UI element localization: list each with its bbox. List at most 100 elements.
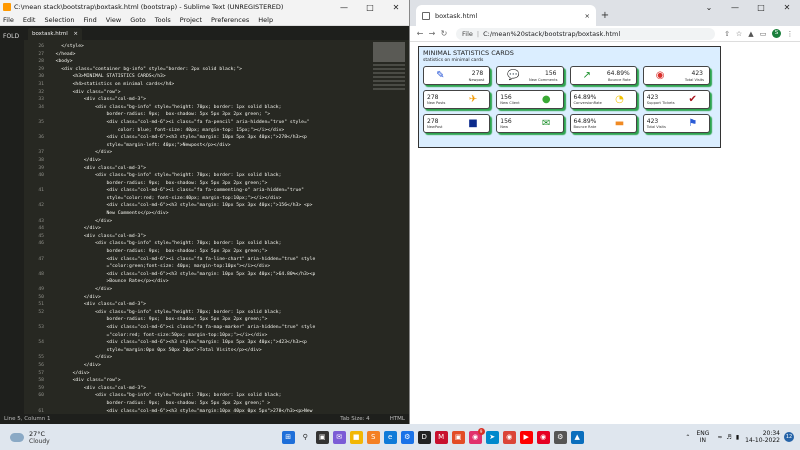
code-line[interactable]: 49 </div> <box>24 286 369 294</box>
code-line[interactable]: border-radius: 9px; box-shadow: 5px 5px … <box>24 248 369 256</box>
forward-icon[interactable]: → <box>426 29 438 38</box>
minimize-button[interactable]: — <box>722 0 748 16</box>
share-icon[interactable]: ⇧ <box>721 30 733 38</box>
close-icon[interactable]: × <box>585 12 590 20</box>
battery-icon[interactable]: ▮ <box>736 434 739 441</box>
code-line[interactable]: 48 <div class="col-md-6"><h3 style="marg… <box>24 271 369 279</box>
chevron-down-icon[interactable]: ⌄ <box>696 0 722 16</box>
file-explorer-icon[interactable]: ■ <box>349 430 363 444</box>
side-panel-icon[interactable]: ▭ <box>757 30 769 38</box>
clock[interactable]: 20:34 14-10-2022 <box>745 430 780 445</box>
bookmark-star-icon[interactable]: ☆ <box>733 30 745 38</box>
new-tab-button[interactable]: + <box>596 5 614 26</box>
code-line[interactable]: 56 </div> <box>24 362 369 370</box>
code-line[interactable]: 30 <h3>MINIMAL STATISTICS CARDS</h3> <box>24 73 369 81</box>
instagram-icon[interactable]: ◉ 9 <box>468 427 485 444</box>
settings-gear-icon[interactable]: ⚙ <box>400 430 414 444</box>
code-line[interactable]: 51 <div class="col-md-3"> <box>24 301 369 309</box>
code-line[interactable]: 38 </div> <box>24 157 369 165</box>
code-line[interactable]: 50 </div> <box>24 294 369 302</box>
chat-icon[interactable]: ✉ <box>332 430 346 444</box>
menu-item-tools[interactable]: Tools <box>155 16 171 24</box>
menu-item-selection[interactable]: Selection <box>44 16 74 24</box>
close-icon[interactable]: × <box>73 31 78 37</box>
code-line[interactable]: style="margin-left: 40px;">Newpost</p></… <box>24 142 369 150</box>
code-line[interactable]: New Comments</p></div> <box>24 210 369 218</box>
code-line[interactable]: 59 <div class="col-md-3"> <box>24 385 369 393</box>
menu-item-file[interactable]: File <box>3 16 14 24</box>
code-line[interactable]: 43 </div> <box>24 218 369 226</box>
code-line[interactable]: 58 <div class="row"> <box>24 377 369 385</box>
code-line[interactable]: >Bounce Rate</p></div> <box>24 278 369 286</box>
chevron-up-icon[interactable]: ⌃ <box>685 434 690 441</box>
sublime-text-icon[interactable]: S <box>366 430 380 444</box>
code-line[interactable]: 29 <div class="container bg-info" style=… <box>24 66 369 74</box>
code-line[interactable]: 60 <div class="bg-info" style="height: 7… <box>24 392 369 400</box>
code-line[interactable]: 55 </div> <box>24 354 369 362</box>
code-line[interactable]: 57 </div> <box>24 370 369 378</box>
settings-icon[interactable]: ⚙ <box>553 430 567 444</box>
code-line[interactable]: style="color:red; font-size:40px; margin… <box>24 195 369 203</box>
mcafee-icon[interactable]: M <box>434 430 448 444</box>
editor-pane[interactable]: boxtask.html × 26 </style> 27 </head> 28 <… <box>24 26 409 414</box>
menu-item-preferences[interactable]: Preferences <box>211 16 249 24</box>
wifi-icon[interactable]: ≈ <box>717 434 722 441</box>
code-line[interactable]: border-radius: 9px; box-shadow: 5px 5px … <box>24 180 369 188</box>
kebab-menu-icon[interactable]: ⋮ <box>784 30 796 38</box>
volume-icon[interactable]: ♬ <box>726 434 731 441</box>
weather-widget[interactable]: 27°C Cloudy <box>0 430 180 445</box>
edge-icon[interactable]: e <box>383 430 397 444</box>
code-line[interactable]: 45 <div class="col-md-3"> <box>24 233 369 241</box>
code-line[interactable]: 52 <div class="bg-info" style="height: 7… <box>24 309 369 317</box>
code-line[interactable]: border-radius: 9px; box-shadow: 5px 5px … <box>24 400 369 408</box>
tab-size-indicator[interactable]: Tab Size: 4 <box>340 416 369 422</box>
code-line[interactable]: 44 </div> <box>24 225 369 233</box>
code-line[interactable]: 54 <div class="col-md-6"><h3 style="marg… <box>24 339 369 347</box>
code-line[interactable]: 53 <div class="col-md-6"><i class="fa fa… <box>24 324 369 332</box>
search-icon[interactable]: ⚲ <box>299 431 312 444</box>
syntax-indicator[interactable]: HTML <box>390 416 405 422</box>
extensions-icon[interactable]: ▲ <box>745 30 757 38</box>
code-line[interactable]: 35 <div class="col-md-6"><i class="fa fa… <box>24 119 369 127</box>
youtube-icon[interactable]: ▶ <box>519 430 533 444</box>
windows-start-icon[interactable]: ⊞ <box>281 430 295 444</box>
menu-item-find[interactable]: Find <box>83 16 96 24</box>
code-line[interactable]: color: blue; font-size: 40px; margin-top… <box>24 127 369 135</box>
code-line[interactable]: 46 <div class="bg-info" style="height: 7… <box>24 240 369 248</box>
chrome-tab-boxtask[interactable]: boxtask.html × <box>416 5 596 26</box>
back-icon[interactable]: ← <box>414 29 426 38</box>
code-line[interactable]: 37 </div> <box>24 149 369 157</box>
menu-item-project[interactable]: Project <box>180 16 202 24</box>
code-line[interactable]: ="color:red; font-size:50px; margin-top:… <box>24 332 369 340</box>
address-bar[interactable]: File | C:/mean%20stack/bootstrap/boxtask… <box>456 27 715 40</box>
avatar[interactable]: S <box>772 29 781 38</box>
sublime-sidebar[interactable]: FOLD <box>0 26 24 414</box>
code-line[interactable]: 28 <body> <box>24 58 369 66</box>
notification-count[interactable]: 12 <box>784 432 794 442</box>
code-line[interactable]: 39 <div class="col-md-3"> <box>24 165 369 173</box>
menu-item-edit[interactable]: Edit <box>23 16 36 24</box>
code-line[interactable]: border-radius: 9px; box-shadow: 5px 5px … <box>24 111 369 119</box>
minimize-button[interactable]: — <box>331 3 357 12</box>
code-line[interactable]: style="margin:0px 0px 50px 20px">Total V… <box>24 347 369 355</box>
code-line[interactable]: 47 <div class="col-md-6"><i class="fa fa… <box>24 256 369 264</box>
code-line[interactable]: ="color:green;font-size: 40px; margin-to… <box>24 263 369 271</box>
menu-item-goto[interactable]: Goto <box>130 16 146 24</box>
task-view-icon[interactable]: ▣ <box>315 430 329 444</box>
code-line[interactable]: 33 <div class="col-md-3"> <box>24 96 369 104</box>
code-line[interactable]: 40 <div class="bg-info" style="height: 7… <box>24 172 369 180</box>
code-line[interactable]: 34 <div class="bg-info" style="height: 7… <box>24 104 369 112</box>
code-line[interactable]: 27 </head> <box>24 51 369 59</box>
app-icon[interactable]: ◉ <box>536 430 550 444</box>
reload-icon[interactable]: ↻ <box>438 29 450 38</box>
maximize-button[interactable]: □ <box>748 0 774 16</box>
menu-item-help[interactable]: Help <box>258 16 273 24</box>
code-line[interactable]: 42 <div class="col-md-6"><h3 style="marg… <box>24 202 369 210</box>
chrome-icon[interactable]: ◉ <box>502 430 516 444</box>
app-icon[interactable]: ▣ <box>451 430 465 444</box>
maximize-button[interactable]: □ <box>357 3 383 12</box>
menu-item-view[interactable]: View <box>106 16 121 24</box>
editor-tab-boxtask[interactable]: boxtask.html × <box>28 28 82 40</box>
code-line[interactable]: 36 <div class="col-md-6"><h3 style="marg… <box>24 134 369 142</box>
code-line[interactable]: border-radius: 9px; box-shadow: 5px 5px … <box>24 316 369 324</box>
